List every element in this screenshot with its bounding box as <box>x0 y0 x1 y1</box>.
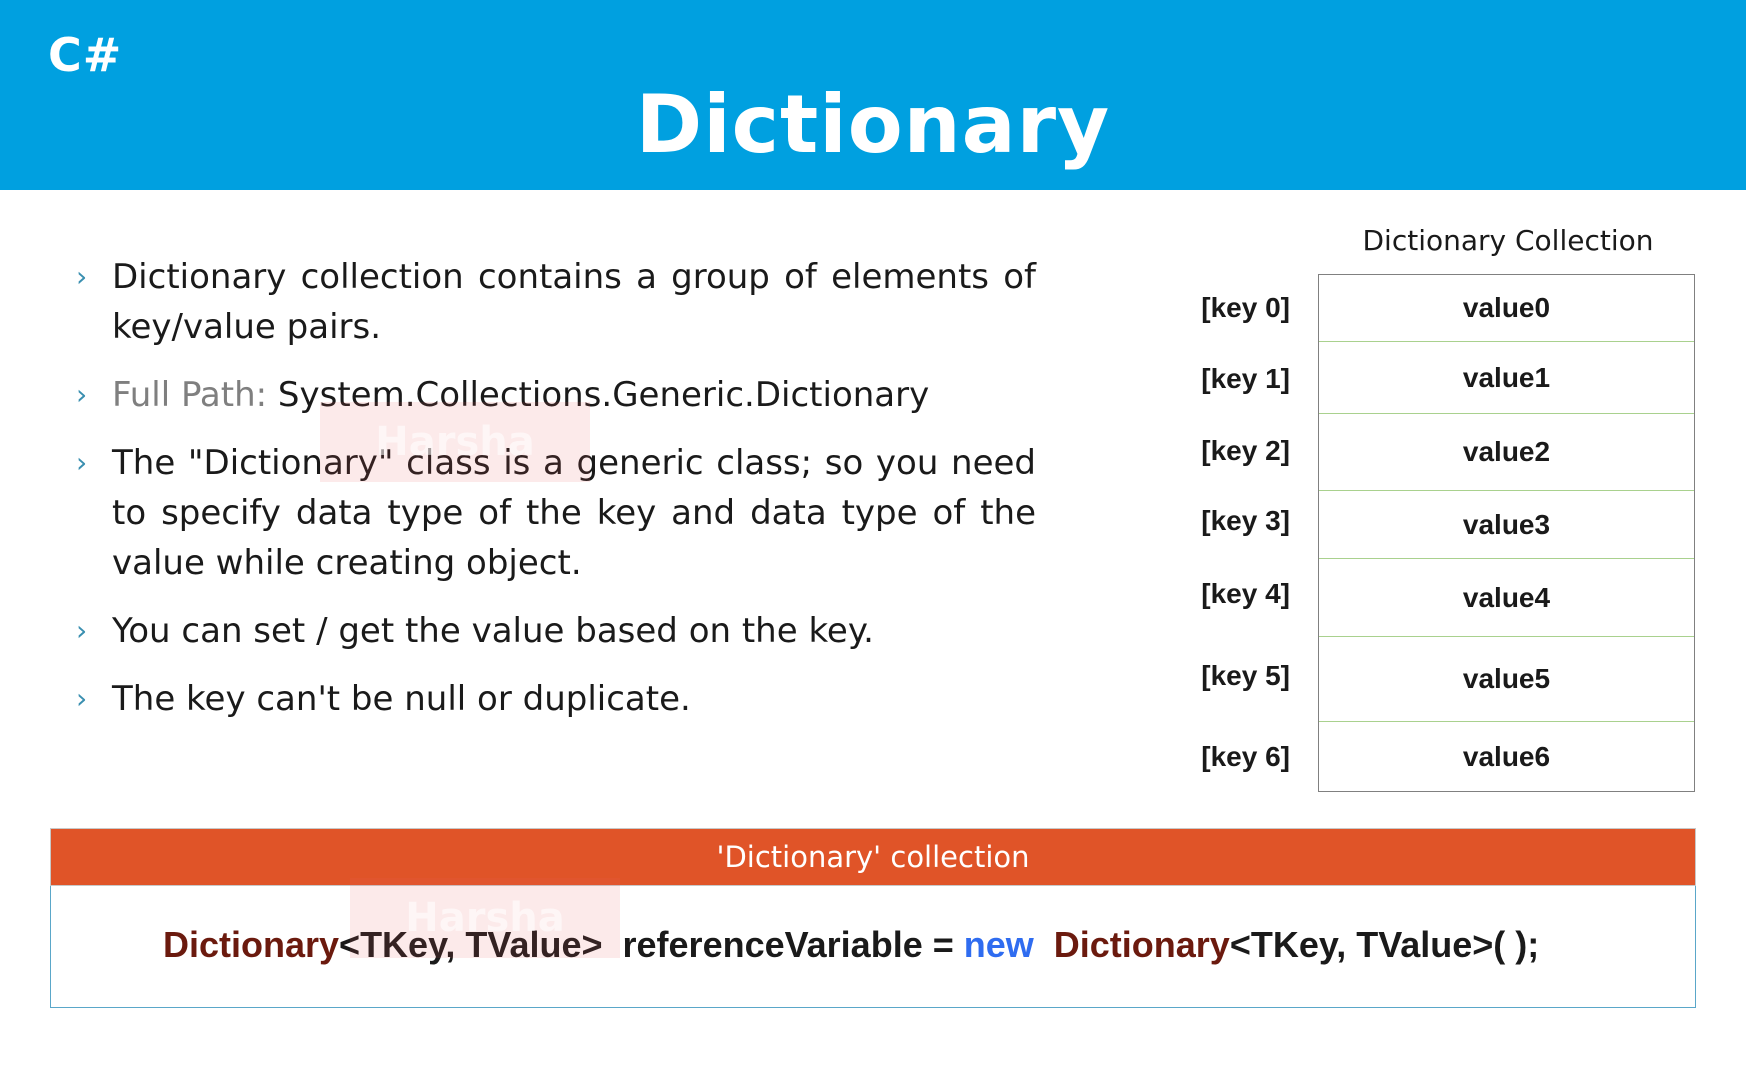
value-cell: value0 <box>1319 275 1694 342</box>
language-tag: C# <box>48 28 123 82</box>
bullet-item: › You can set / get the value based on t… <box>76 606 1036 656</box>
value-cell: value6 <box>1462 741 1551 772</box>
key-label: [key 4] <box>1201 578 1290 609</box>
chevron-right-icon: › <box>76 682 88 715</box>
code-keyword: new <box>963 924 1034 965</box>
value-cell: value3 <box>1319 491 1694 559</box>
diagram-title: Dictionary Collection <box>1362 224 1654 257</box>
code-type-name: Dictionary <box>163 924 340 965</box>
code-type-name: Dictionary <box>1053 924 1230 965</box>
bullet-text: Dictionary collection contains a group o… <box>112 257 1036 347</box>
bullet-item: › The key can't be null or duplicate. <box>76 674 1036 724</box>
bullet-text: The key can't be null or duplicate. <box>112 679 691 719</box>
slide-header: C# Dictionary <box>0 0 1746 190</box>
syntax-box: Dictionary<TKey, TValue> referenceVariab… <box>50 886 1696 1008</box>
bullet-list: › Dictionary collection contains a group… <box>76 252 1036 742</box>
key-label: [key 6] <box>1201 741 1290 772</box>
chevron-right-icon: › <box>76 260 88 293</box>
chevron-right-icon: › <box>76 614 88 647</box>
bullet-item: › Dictionary collection contains a group… <box>76 252 1036 352</box>
chevron-right-icon: › <box>76 446 88 479</box>
key-label: [key 5] <box>1201 660 1290 691</box>
value-cell: value5 <box>1319 637 1694 722</box>
key-label: [key 0] <box>1201 292 1290 323</box>
value-cell: value4 <box>1319 559 1694 637</box>
value-cell: value1 <box>1319 342 1694 414</box>
code-variable: referenceVariable = <box>602 924 964 965</box>
code-generic: <TKey, TValue>( ); <box>1229 924 1540 965</box>
key-label: [key 1] <box>1201 363 1290 394</box>
bullet-text: You can set / get the value based on the… <box>112 611 874 651</box>
watermark-logo: Harsha <box>350 878 620 958</box>
chevron-right-icon: › <box>76 378 88 411</box>
syntax-header: 'Dictionary' collection <box>50 828 1696 886</box>
value-cell: value2 <box>1319 414 1694 491</box>
bullet-label: Full Path: <box>112 375 268 415</box>
key-label: [key 2] <box>1201 435 1290 466</box>
dictionary-table: value0 value1 value2 value3 value4 value… <box>1318 274 1695 792</box>
key-label: [key 3] <box>1201 505 1290 536</box>
watermark-logo: Harsha <box>320 402 590 482</box>
slide-title: Dictionary <box>635 78 1111 171</box>
